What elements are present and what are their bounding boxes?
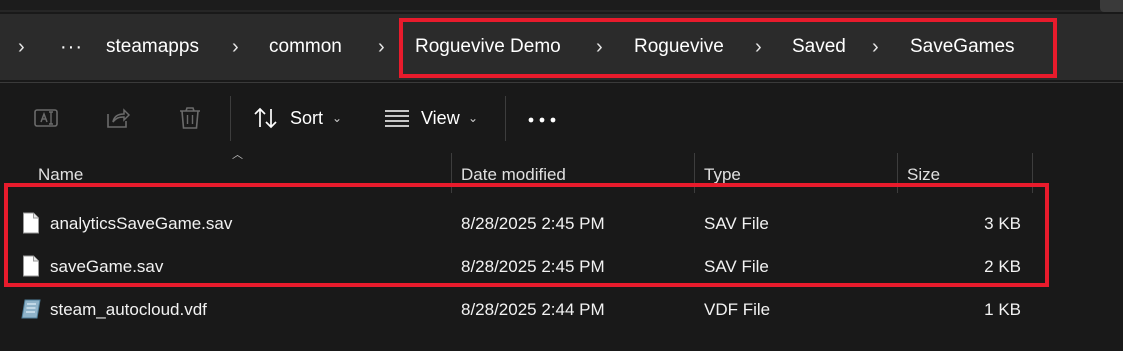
breadcrumb-item-common[interactable]: common <box>269 14 342 80</box>
view-button[interactable]: View ⌄ <box>384 101 484 135</box>
toolbar-separator <box>230 96 231 141</box>
more-icon[interactable] <box>526 101 558 135</box>
file-row[interactable]: steam_autocloud.vdf 8/28/2025 2:44 PM VD… <box>0 288 1040 331</box>
breadcrumb-highlight-box <box>399 18 1057 78</box>
file-size: 1 KB <box>984 300 1021 319</box>
file-type: VDF File <box>704 300 771 319</box>
files-highlight-box <box>4 183 1049 287</box>
share-icon[interactable] <box>105 105 131 131</box>
file-date-modified: 8/28/2025 2:44 PM <box>461 300 605 319</box>
breadcrumb-overflow-icon[interactable]: ··· <box>60 14 83 80</box>
toolbar-separator <box>505 96 506 141</box>
view-icon <box>385 110 409 127</box>
title-strip-divider <box>0 10 1123 12</box>
file-name: steam_autocloud.vdf <box>50 300 207 319</box>
vdf-file-icon <box>21 299 41 319</box>
sort-label: Sort <box>290 108 324 128</box>
view-label: View <box>421 108 460 128</box>
sort-icon <box>254 107 277 129</box>
chevron-down-icon: ⌄ <box>332 111 343 125</box>
chevron-down-icon: ⌄ <box>468 111 479 125</box>
command-bar: Sort ⌄ View ⌄ <box>0 83 1123 153</box>
sort-button[interactable]: Sort ⌄ <box>252 101 352 135</box>
breadcrumb-chevron-icon[interactable]: › <box>232 14 239 80</box>
breadcrumb-chevron-icon[interactable]: › <box>378 14 385 80</box>
breadcrumb-expand-chevron-icon[interactable]: › <box>18 14 25 80</box>
rename-icon[interactable] <box>33 105 59 131</box>
delete-icon[interactable] <box>177 105 203 131</box>
window-corner-button[interactable] <box>1100 0 1123 12</box>
breadcrumb-item-steamapps[interactable]: steamapps <box>106 14 199 80</box>
